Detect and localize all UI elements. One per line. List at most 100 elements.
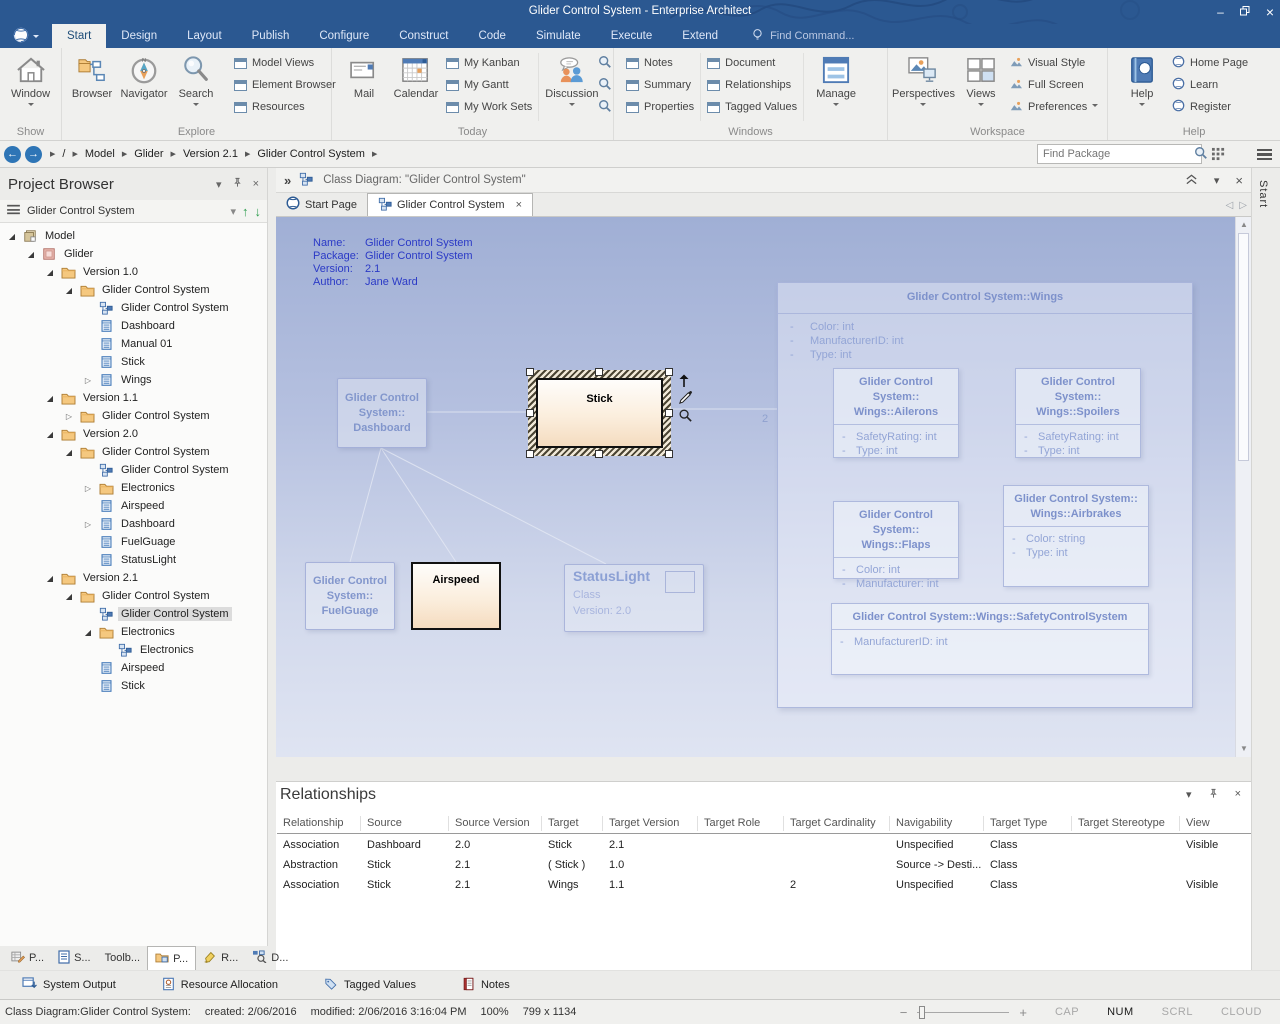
breadcrumb-item-glider-control-system[interactable]: Glider Control System bbox=[257, 148, 365, 160]
tab-glider-control-system[interactable]: Glider Control System × bbox=[367, 193, 533, 216]
dock-tab-3[interactable]: Toolb... bbox=[98, 946, 147, 970]
resize-handle[interactable] bbox=[526, 409, 534, 417]
column-header-target[interactable]: Target bbox=[542, 816, 603, 831]
move-arrow-icon[interactable] bbox=[678, 372, 694, 388]
tree-item-electronics[interactable]: Electronics bbox=[0, 641, 267, 659]
panel-menu-icon[interactable]: ▾ bbox=[1214, 174, 1220, 187]
close-icon[interactable]: × bbox=[1235, 788, 1241, 802]
hamburger-icon[interactable] bbox=[6, 204, 21, 218]
expand-arrow-icon[interactable]: ▷ bbox=[82, 484, 94, 493]
column-header-navigability[interactable]: Navigability bbox=[890, 816, 984, 831]
package-browser-icon[interactable] bbox=[1208, 145, 1228, 163]
expand-arrow-icon[interactable]: ◢ bbox=[82, 628, 94, 637]
tree-item-stick[interactable]: Stick bbox=[0, 677, 267, 695]
ribbon-tab-extend[interactable]: Extend bbox=[667, 24, 733, 48]
model-views-button[interactable]: Model Views bbox=[234, 55, 336, 71]
relationships-button[interactable]: Relationships bbox=[707, 77, 797, 93]
panel-menu-icon[interactable]: ▾ bbox=[216, 178, 222, 191]
expand-arrow-icon[interactable]: ▷ bbox=[63, 412, 75, 421]
tree-item-version-2-0[interactable]: ◢Version 2.0 bbox=[0, 425, 267, 443]
column-header-target-role[interactable]: Target Role bbox=[698, 816, 784, 831]
collapse-panel-icon[interactable] bbox=[1185, 173, 1198, 188]
expand-arrow-icon[interactable]: ▷ bbox=[82, 520, 94, 529]
resize-handle[interactable] bbox=[665, 450, 673, 458]
expand-arrow-icon[interactable]: ◢ bbox=[44, 430, 56, 439]
class-wings-airbrakes[interactable]: Glider Control System::Wings::Airbrakes … bbox=[1003, 485, 1149, 587]
scroll-up-icon[interactable]: ▲ bbox=[1240, 221, 1248, 229]
dock-tab-system-output[interactable]: System Output bbox=[22, 977, 116, 993]
tree-item-glider[interactable]: ◢Glider bbox=[0, 245, 267, 263]
dock-tab-notes[interactable]: Notes bbox=[462, 977, 510, 994]
find-package-input[interactable] bbox=[1038, 148, 1190, 160]
search-icon[interactable] bbox=[598, 77, 612, 94]
zoom-out-icon[interactable]: − bbox=[900, 1005, 908, 1020]
zoom-in-icon[interactable]: + bbox=[1019, 1005, 1027, 1020]
tree-item-glider-control-system[interactable]: Glider Control System bbox=[0, 299, 267, 317]
column-header-target-type[interactable]: Target Type bbox=[984, 816, 1072, 831]
my-work-sets-button[interactable]: My Work Sets bbox=[446, 99, 532, 115]
class-wings-ailerons[interactable]: Glider Control System::Wings::Ailerons -… bbox=[833, 368, 959, 458]
preferences-button[interactable]: Preferences bbox=[1009, 99, 1098, 115]
scroll-down-icon[interactable]: ▼ bbox=[1240, 745, 1248, 753]
full-screen-button[interactable]: Full Screen bbox=[1009, 77, 1098, 93]
breadcrumb-item-[interactable]: / bbox=[62, 148, 65, 160]
tree-item-glider-control-system[interactable]: Glider Control System bbox=[0, 461, 267, 479]
tree-item-manual-01[interactable]: Manual 01 bbox=[0, 335, 267, 353]
zoom-magnifier-icon[interactable] bbox=[678, 408, 694, 424]
back-button[interactable]: ← bbox=[4, 146, 21, 163]
resize-handle[interactable] bbox=[526, 450, 534, 458]
learn-button[interactable]: Learn bbox=[1172, 77, 1248, 93]
dock-tab-5[interactable]: R... bbox=[196, 946, 245, 970]
ribbon-tab-layout[interactable]: Layout bbox=[172, 24, 237, 48]
diagram-note[interactable]: Name:Glider Control System Package:Glide… bbox=[313, 237, 473, 289]
dock-tab-resource-allocation[interactable]: Resource Allocation bbox=[162, 977, 278, 994]
expand-arrow-icon[interactable]: ▷ bbox=[82, 376, 94, 385]
tab-start-page[interactable]: Start Page bbox=[276, 193, 367, 216]
class-stick-selected[interactable]: Stick bbox=[528, 370, 671, 456]
tree-item-version-1-0[interactable]: ◢Version 1.0 bbox=[0, 263, 267, 281]
expand-arrow-icon[interactable]: ◢ bbox=[44, 268, 56, 277]
expand-arrow-icon[interactable]: ◢ bbox=[44, 394, 56, 403]
expand-arrow-icon[interactable]: ◢ bbox=[6, 232, 18, 241]
pin-icon[interactable] bbox=[1208, 788, 1219, 802]
menu-hamburger-icon[interactable] bbox=[1254, 145, 1274, 163]
tree-item-model[interactable]: ◢Model bbox=[0, 227, 267, 245]
pin-icon[interactable] bbox=[232, 177, 243, 191]
resize-handle[interactable] bbox=[665, 409, 673, 417]
ribbon-tab-design[interactable]: Design bbox=[106, 24, 172, 48]
expand-arrow-icon[interactable]: ◢ bbox=[63, 448, 75, 457]
tree-item-stick[interactable]: Stick bbox=[0, 353, 267, 371]
class-wings-safetycontrolsystem[interactable]: Glider Control System::Wings::SafetyCont… bbox=[831, 603, 1149, 675]
dock-tab-4[interactable]: P... bbox=[147, 946, 196, 970]
relationship-row[interactable]: AssociationDashboard2.0Stick2.1Unspecifi… bbox=[277, 835, 1251, 855]
expand-arrow-icon[interactable]: ◢ bbox=[25, 250, 37, 259]
perspectives-button[interactable]: Perspectives bbox=[892, 51, 955, 109]
tree-item-glider-control-system[interactable]: ▷Glider Control System bbox=[0, 407, 267, 425]
tree-item-glider-control-system[interactable]: Glider Control System bbox=[0, 605, 267, 623]
minimize-button[interactable]: – bbox=[1217, 6, 1224, 18]
search-button[interactable]: Search bbox=[170, 51, 222, 109]
resize-handle[interactable] bbox=[595, 368, 603, 376]
move-down-button[interactable]: ↓ bbox=[255, 205, 262, 218]
column-header-relationship[interactable]: Relationship bbox=[277, 816, 361, 831]
tree-item-airspeed[interactable]: Airspeed bbox=[0, 497, 267, 515]
resize-handle[interactable] bbox=[526, 368, 534, 376]
visual-style-button[interactable]: Visual Style bbox=[1009, 55, 1098, 71]
tree-item-dashboard[interactable]: Dashboard bbox=[0, 317, 267, 335]
manage-button[interactable]: Manage bbox=[810, 51, 862, 109]
tree-item-glider-control-system[interactable]: ◢Glider Control System bbox=[0, 587, 267, 605]
zoom-slider-thumb[interactable] bbox=[919, 1006, 925, 1019]
class-dashboard-ghost[interactable]: Glider ControlSystem::Dashboard bbox=[337, 378, 427, 448]
properties-button[interactable]: Properties bbox=[626, 99, 694, 115]
calendar-button[interactable]: Calendar bbox=[390, 51, 442, 100]
element-browser-button[interactable]: Element Browser bbox=[234, 77, 336, 93]
diagram-canvas[interactable]: Name:Glider Control System Package:Glide… bbox=[276, 217, 1235, 757]
close-tab-icon[interactable]: × bbox=[516, 199, 522, 211]
zoom-slider[interactable] bbox=[917, 1012, 1009, 1013]
ribbon-tab-construct[interactable]: Construct bbox=[384, 24, 463, 48]
expand-arrow-icon[interactable]: ◢ bbox=[63, 286, 75, 295]
close-button[interactable]: × bbox=[1266, 5, 1274, 19]
tree-item-version-2-1[interactable]: ◢Version 2.1 bbox=[0, 569, 267, 587]
ribbon-tab-start[interactable]: Start bbox=[52, 24, 106, 48]
breadcrumb-item-model[interactable]: Model bbox=[85, 148, 115, 160]
